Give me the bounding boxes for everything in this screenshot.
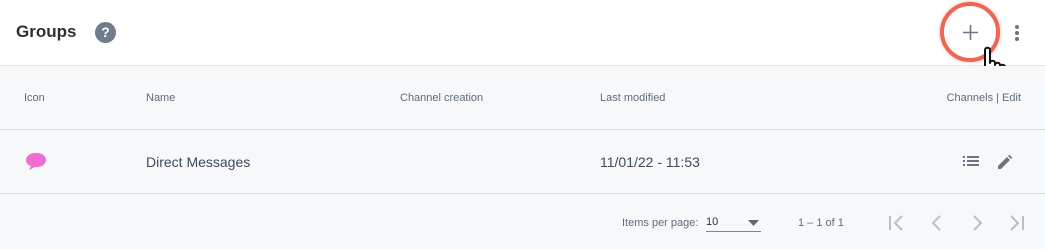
- column-header-last-modified[interactable]: Last modified: [600, 92, 665, 104]
- items-per-page-label: Items per page:: [622, 217, 699, 229]
- column-header-channel-creation[interactable]: Channel creation: [400, 92, 483, 104]
- more-vert-icon[interactable]: [1010, 23, 1024, 43]
- group-name: Direct Messages: [146, 154, 251, 170]
- page-title: Groups: [16, 22, 77, 41]
- column-header-channels-edit: Channels | Edit: [946, 92, 1021, 104]
- first-page-icon[interactable]: [887, 214, 905, 232]
- items-per-page-value: 10: [706, 216, 719, 228]
- table-header-row: Icon Name Channel creation Last modified…: [0, 66, 1045, 130]
- chat-bubble-icon: [26, 153, 46, 170]
- page-header: Groups ?: [0, 0, 1045, 89]
- table-row[interactable]: Direct Messages 11/01/22 - 11:53: [0, 130, 1045, 194]
- items-per-page-select[interactable]: 10: [706, 211, 761, 232]
- column-header-icon: Icon: [24, 92, 45, 104]
- last-modified-value: 11/01/22 - 11:53: [600, 154, 700, 170]
- pagination-bar: Items per page: 10 1 – 1 of 1: [0, 194, 1045, 249]
- list-icon[interactable]: [963, 154, 979, 168]
- plus-icon: [963, 25, 978, 40]
- pagination-range: 1 – 1 of 1: [798, 217, 844, 229]
- column-header-name[interactable]: Name: [146, 92, 175, 104]
- previous-page-icon[interactable]: [928, 214, 946, 232]
- next-page-icon[interactable]: [968, 214, 986, 232]
- dropdown-arrow-icon: [748, 220, 759, 226]
- edit-pencil-icon[interactable]: [997, 154, 1013, 170]
- help-icon[interactable]: ?: [95, 22, 116, 43]
- last-page-icon[interactable]: [1008, 214, 1026, 232]
